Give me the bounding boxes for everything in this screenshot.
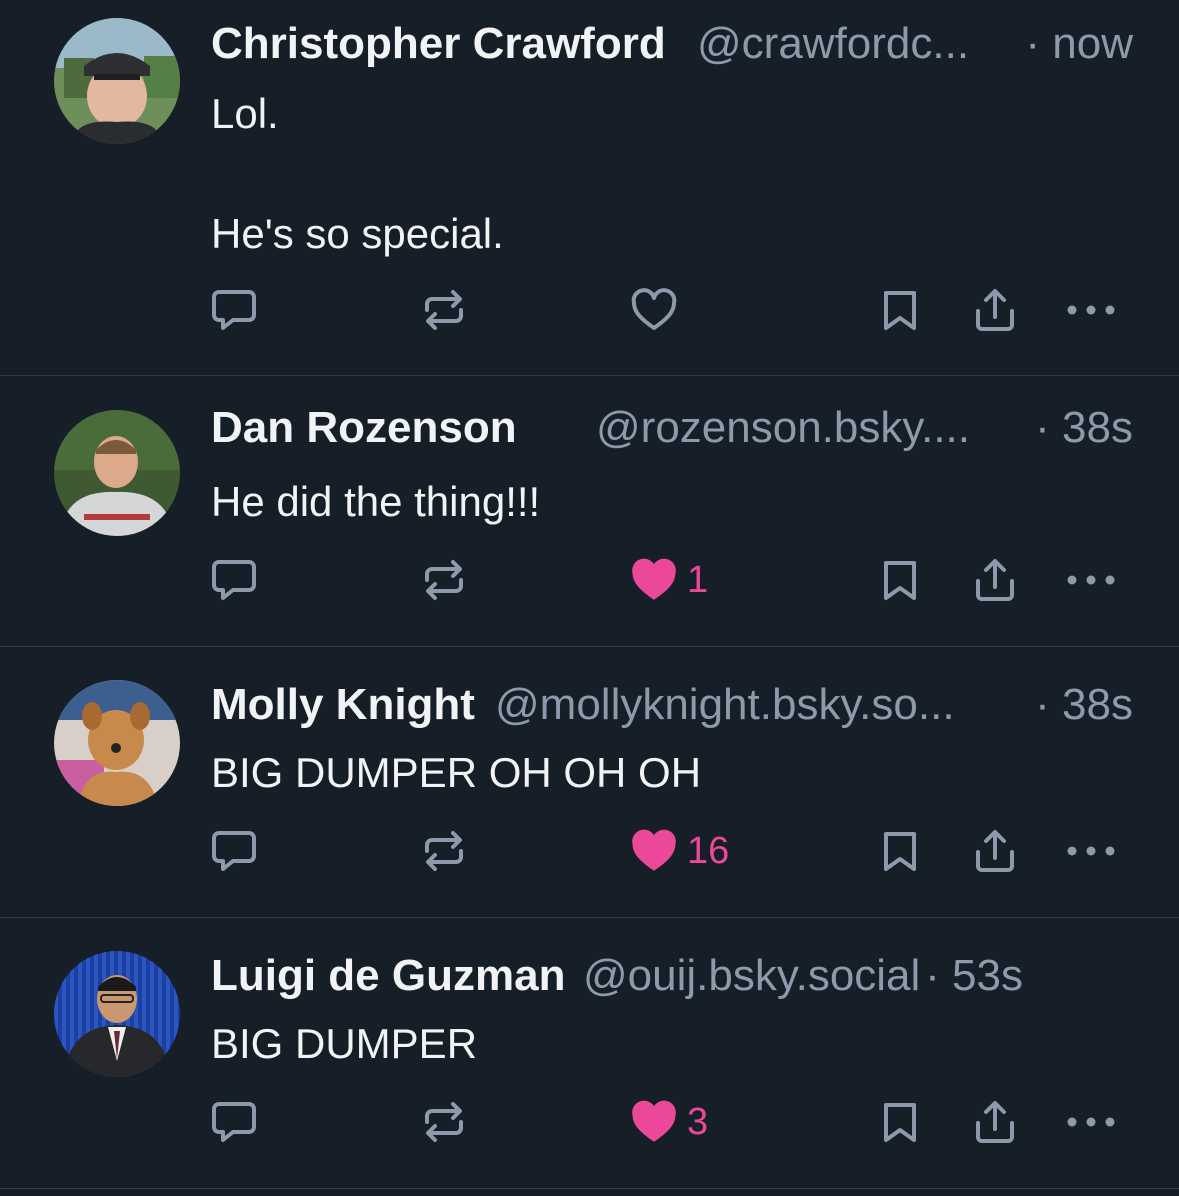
post-header: Christopher Crawford @crawfordc... · now [211,14,1133,74]
like-count: 1 [687,558,709,601]
bookmark-icon [884,561,916,600]
share-icon [976,1101,1014,1143]
more-icon [1067,305,1115,315]
post-actions: 1 [0,550,1179,610]
post-time[interactable]: · 38s [1035,675,1133,735]
reply-icon [212,290,256,330]
repost-button[interactable] [421,1092,467,1152]
bookmark-button[interactable] [880,1092,920,1152]
more-icon [1067,575,1115,585]
heart-icon [632,829,676,871]
share-icon [976,559,1014,601]
post-item[interactable]: Molly Knight @mollyknight.bsky.so... · 3… [0,647,1179,918]
post-time[interactable]: · 53s [925,946,1023,1006]
reply-icon [212,831,256,871]
post-time[interactable]: · now [1025,14,1133,74]
repost-icon [425,290,463,330]
heart-icon [632,1100,676,1142]
share-button[interactable] [973,821,1017,881]
post-actions: 16 [0,821,1179,881]
share-button[interactable] [973,280,1017,340]
post-text: He did the thing!!! [211,478,541,525]
more-button[interactable] [1066,1092,1116,1152]
repost-button[interactable] [421,280,467,340]
like-count: 16 [687,829,730,872]
more-icon [1067,1117,1115,1127]
post-header: Luigi de Guzman @ouij.bsky.social · 53s [211,946,1133,1006]
post-text: Lol. He's so special. [211,90,504,257]
more-button[interactable] [1066,280,1116,340]
repost-icon [425,831,463,871]
repost-button[interactable] [421,821,467,881]
post-header: Dan Rozenson @rozenson.bsky.... · 38s [211,398,1133,458]
reply-button[interactable] [211,280,257,340]
author-handle[interactable]: @ouij.bsky.social [583,946,920,1006]
author-name[interactable]: Dan Rozenson [211,398,517,458]
avatar[interactable] [54,410,180,536]
like-button[interactable]: 3 [631,1092,708,1152]
author-name[interactable]: Christopher Crawford [211,14,666,74]
share-button[interactable] [973,550,1017,610]
like-count: 3 [687,1100,709,1143]
post-actions [0,280,1179,340]
share-button[interactable] [973,1092,1017,1152]
author-handle[interactable]: @crawfordc... [697,14,969,74]
more-button[interactable] [1066,550,1116,610]
bookmark-icon [884,1103,916,1142]
more-icon [1067,846,1115,856]
reply-icon [212,1102,256,1142]
repost-icon [425,1102,463,1142]
share-icon [976,289,1014,331]
like-button[interactable]: 1 [631,550,708,610]
like-button[interactable] [631,280,687,340]
author-handle[interactable]: @mollyknight.bsky.so... [495,675,955,735]
avatar[interactable] [54,680,180,806]
reply-icon [212,560,256,600]
author-handle[interactable]: @rozenson.bsky.... [596,398,970,458]
post-header: Molly Knight @mollyknight.bsky.so... · 3… [211,675,1133,735]
share-icon [976,830,1014,872]
heart-icon [631,288,677,330]
author-name[interactable]: Molly Knight [211,675,475,735]
avatar[interactable] [54,951,180,1077]
like-button[interactable]: 16 [631,821,729,881]
post-time[interactable]: · 38s [1035,398,1133,458]
bookmark-button[interactable] [880,550,920,610]
post-item[interactable]: Dan Rozenson @rozenson.bsky.... · 38s He… [0,376,1179,647]
more-button[interactable] [1066,821,1116,881]
reply-button[interactable] [211,550,257,610]
avatar[interactable] [54,18,180,144]
repost-icon [425,560,463,600]
heart-icon [632,558,676,600]
post-item[interactable]: Christopher Crawford @crawfordc... · now… [0,0,1179,376]
bookmark-icon [884,291,916,330]
author-name[interactable]: Luigi de Guzman [211,946,565,1006]
post-text: BIG DUMPER OH OH OH [211,749,702,796]
reply-button[interactable] [211,821,257,881]
bookmark-icon [884,832,916,871]
post-text: BIG DUMPER [211,1020,478,1067]
bookmark-button[interactable] [880,280,920,340]
post-item[interactable]: Luigi de Guzman @ouij.bsky.social · 53s … [0,918,1179,1189]
bookmark-button[interactable] [880,821,920,881]
reply-button[interactable] [211,1092,257,1152]
post-actions: 3 [0,1092,1179,1152]
repost-button[interactable] [421,550,467,610]
